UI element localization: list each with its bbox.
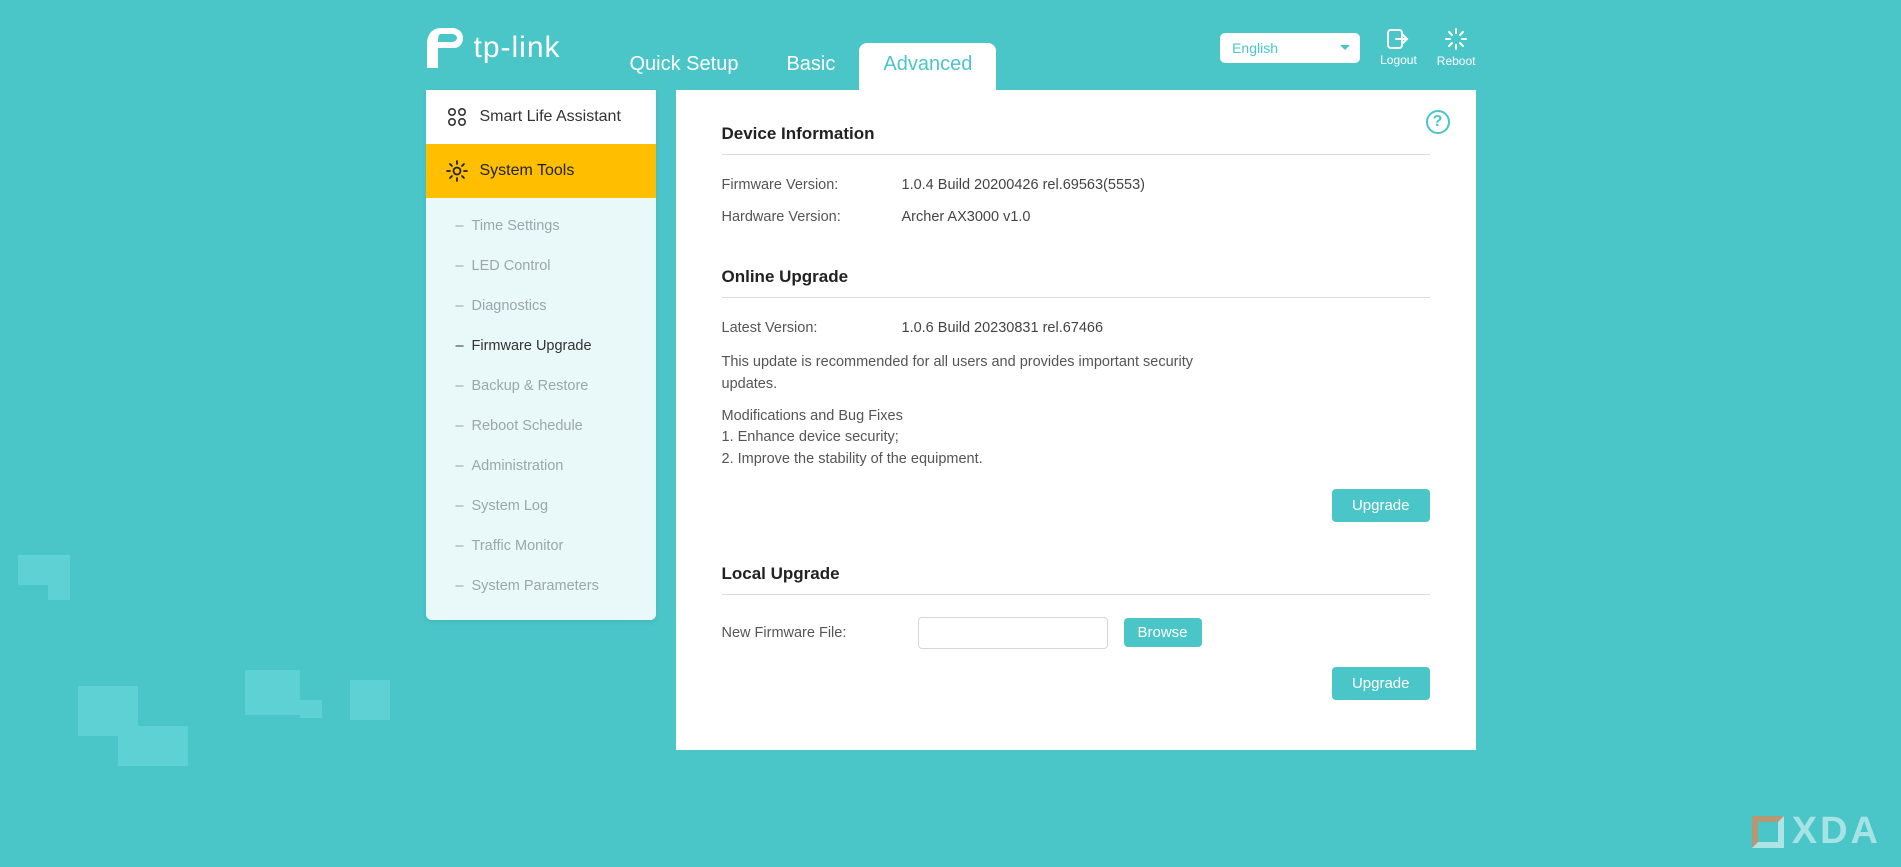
hardware-version-value: Archer AX3000 v1.0 [902, 209, 1031, 225]
logout-button[interactable]: Logout [1380, 29, 1417, 67]
logout-icon [1387, 29, 1409, 49]
reboot-button[interactable]: Reboot [1437, 28, 1476, 68]
sidebar: Smart Life Assistant System Tools Time S… [426, 90, 656, 620]
latest-version-label: Latest Version: [722, 320, 902, 336]
mod-line-1: 1. Enhance device security; [722, 427, 1202, 449]
section-online-upgrade: Online Upgrade Latest Version: 1.0.6 Bui… [722, 267, 1430, 522]
sub-reboot-schedule[interactable]: Reboot Schedule [426, 406, 656, 446]
sub-backup-restore[interactable]: Backup & Restore [426, 366, 656, 406]
language-value: English [1232, 40, 1278, 56]
watermark-icon [1752, 816, 1784, 848]
online-upgrade-title: Online Upgrade [722, 267, 1430, 298]
upgrade-description: This update is recommended for all users… [722, 352, 1202, 396]
sub-led-control[interactable]: LED Control [426, 246, 656, 286]
content-panel: ? Device Information Firmware Version: 1… [676, 90, 1476, 750]
firmware-version-label: Firmware Version: [722, 177, 902, 193]
gear-icon [446, 160, 468, 182]
new-firmware-label: New Firmware File: [722, 625, 902, 641]
latest-version-value: 1.0.6 Build 20230831 rel.67466 [902, 320, 1104, 336]
sub-diagnostics[interactable]: Diagnostics [426, 286, 656, 326]
sub-traffic-monitor[interactable]: Traffic Monitor [426, 526, 656, 566]
sidebar-system-tools[interactable]: System Tools [426, 144, 656, 198]
header: tp-link Quick Setup Basic Advanced Engli… [426, 0, 1476, 90]
sub-firmware-upgrade[interactable]: Firmware Upgrade [426, 326, 656, 366]
grid-icon [446, 106, 468, 128]
language-select[interactable]: English [1220, 33, 1360, 63]
brand-text: tp-link [474, 31, 561, 65]
mod-line-2: 2. Improve the stability of the equipmen… [722, 449, 1202, 471]
upgrade-notes: This update is recommended for all users… [722, 352, 1202, 471]
tab-basic[interactable]: Basic [762, 43, 859, 90]
sidebar-smart-life[interactable]: Smart Life Assistant [426, 90, 656, 144]
device-info-title: Device Information [722, 124, 1430, 155]
sidebar-item-label: Smart Life Assistant [480, 108, 621, 126]
sub-system-parameters[interactable]: System Parameters [426, 566, 656, 606]
sub-time-settings[interactable]: Time Settings [426, 206, 656, 246]
firmware-version-value: 1.0.4 Build 20200426 rel.69563(5553) [902, 177, 1145, 193]
sub-administration[interactable]: Administration [426, 446, 656, 486]
brand-logo: tp-link [426, 26, 561, 70]
sub-system-log[interactable]: System Log [426, 486, 656, 526]
main-tabs: Quick Setup Basic Advanced [606, 44, 997, 90]
help-icon[interactable]: ? [1426, 110, 1450, 134]
section-local-upgrade: Local Upgrade New Firmware File: Browse … [722, 564, 1430, 700]
section-device-info: Device Information Firmware Version: 1.0… [722, 124, 1430, 225]
tab-advanced[interactable]: Advanced [859, 43, 996, 90]
firmware-file-input[interactable] [918, 617, 1108, 649]
watermark: XDA [1752, 810, 1881, 853]
reboot-icon [1445, 28, 1467, 50]
mods-heading: Modifications and Bug Fixes [722, 406, 1202, 428]
tab-quick-setup[interactable]: Quick Setup [606, 43, 763, 90]
sidebar-item-label: System Tools [480, 162, 575, 180]
local-upgrade-button[interactable]: Upgrade [1332, 667, 1430, 700]
tp-link-icon [426, 26, 464, 70]
online-upgrade-button[interactable]: Upgrade [1332, 489, 1430, 522]
local-upgrade-title: Local Upgrade [722, 564, 1430, 595]
hardware-version-label: Hardware Version: [722, 209, 902, 225]
sidebar-submenu: Time Settings LED Control Diagnostics Fi… [426, 198, 656, 620]
browse-button[interactable]: Browse [1124, 618, 1202, 647]
